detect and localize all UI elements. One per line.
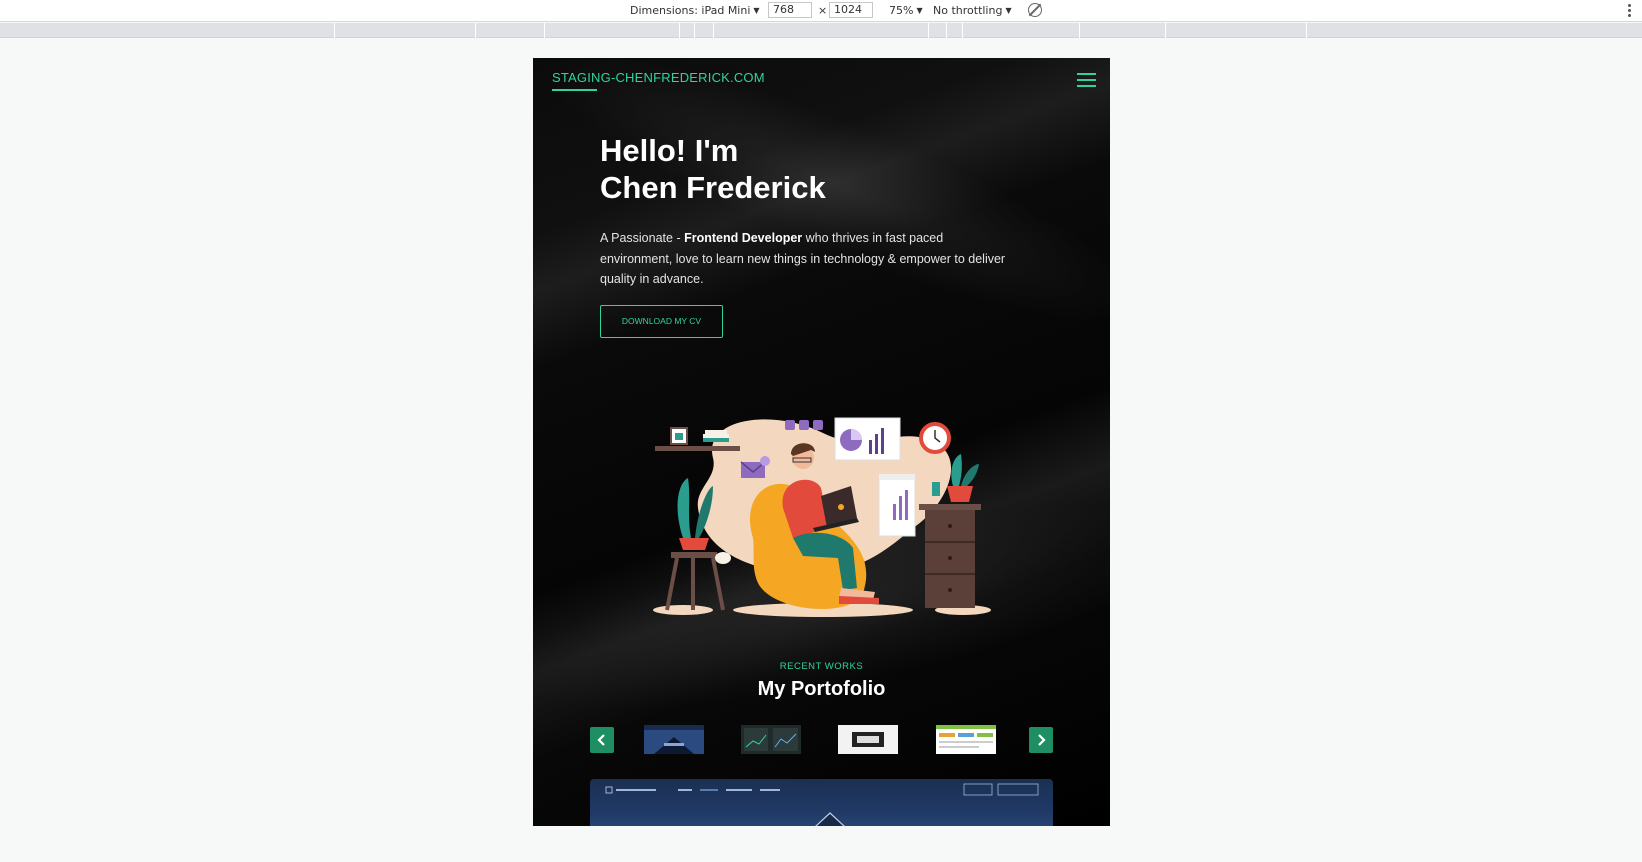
hamburger-menu-icon[interactable] xyxy=(1077,73,1096,87)
portfolio-thumb-image xyxy=(838,725,898,754)
portfolio-thumb-image xyxy=(644,725,704,754)
desc-prefix: A Passionate - xyxy=(600,231,685,245)
hero-title-line2: Chen Frederick xyxy=(600,170,826,205)
chevron-left-icon xyxy=(597,734,605,746)
desc-role: Frontend Developer xyxy=(684,231,803,245)
height-input[interactable]: 1024 xyxy=(829,2,873,18)
width-input[interactable]: 768 xyxy=(768,2,812,18)
hero-title-line1: Hello! I'm xyxy=(600,133,739,168)
portfolio-title: My Portofolio xyxy=(757,678,886,700)
portfolio-preview[interactable] xyxy=(590,779,1053,826)
throttling-label: No throttling xyxy=(933,4,1003,17)
carousel-prev-button[interactable] xyxy=(590,727,614,753)
download-cv-button[interactable]: DOWNLOAD MY CV xyxy=(600,305,723,338)
caret-down-icon: ▼ xyxy=(1005,6,1012,15)
zoom-dropdown[interactable]: 75% ▼ xyxy=(889,3,923,19)
portfolio-thumb-2[interactable] xyxy=(741,725,801,754)
portfolio-thumb-4[interactable] xyxy=(936,725,996,754)
chevron-right-icon xyxy=(1038,734,1046,746)
dimensions-label: Dimensions: iPad Mini xyxy=(630,4,751,17)
zoom-label: 75% xyxy=(889,4,914,17)
portfolio-thumb-3[interactable] xyxy=(838,725,898,754)
portfolio-thumb-image xyxy=(936,725,996,754)
brand-underline xyxy=(552,89,597,91)
times-symbol: × xyxy=(818,4,828,17)
caret-down-icon: ▼ xyxy=(753,6,760,15)
portfolio-preview-image xyxy=(605,783,1039,826)
portfolio-subtitle: RECENT WORKS xyxy=(779,661,864,672)
hero-title: Hello! I'm Chen Frederick xyxy=(600,132,826,206)
devtools-toolbar: Dimensions: iPad Mini ▼ 768 × 1024 75% ▼ N… xyxy=(0,0,1642,22)
device-viewport: STAGING-CHENFREDERICK.COM Hello! I'm Che… xyxy=(533,58,1110,826)
rotate-icon[interactable] xyxy=(1028,3,1042,17)
dimensions-dropdown[interactable]: Dimensions: iPad Mini ▼ xyxy=(630,3,760,19)
caret-down-icon: ▼ xyxy=(916,6,923,15)
portfolio-thumb-image xyxy=(741,725,801,754)
hero-description: A Passionate - Frontend Developer who th… xyxy=(600,228,1010,290)
more-vert-icon[interactable] xyxy=(1628,4,1631,18)
throttling-dropdown[interactable]: No throttling ▼ xyxy=(933,3,1012,19)
carousel-next-button[interactable] xyxy=(1029,727,1053,753)
developer-illustration xyxy=(653,417,991,617)
media-query-ruler[interactable] xyxy=(0,23,1642,38)
site-brand-link[interactable]: STAGING-CHENFREDERICK.COM xyxy=(552,70,765,85)
portfolio-thumb-1[interactable] xyxy=(644,725,704,754)
